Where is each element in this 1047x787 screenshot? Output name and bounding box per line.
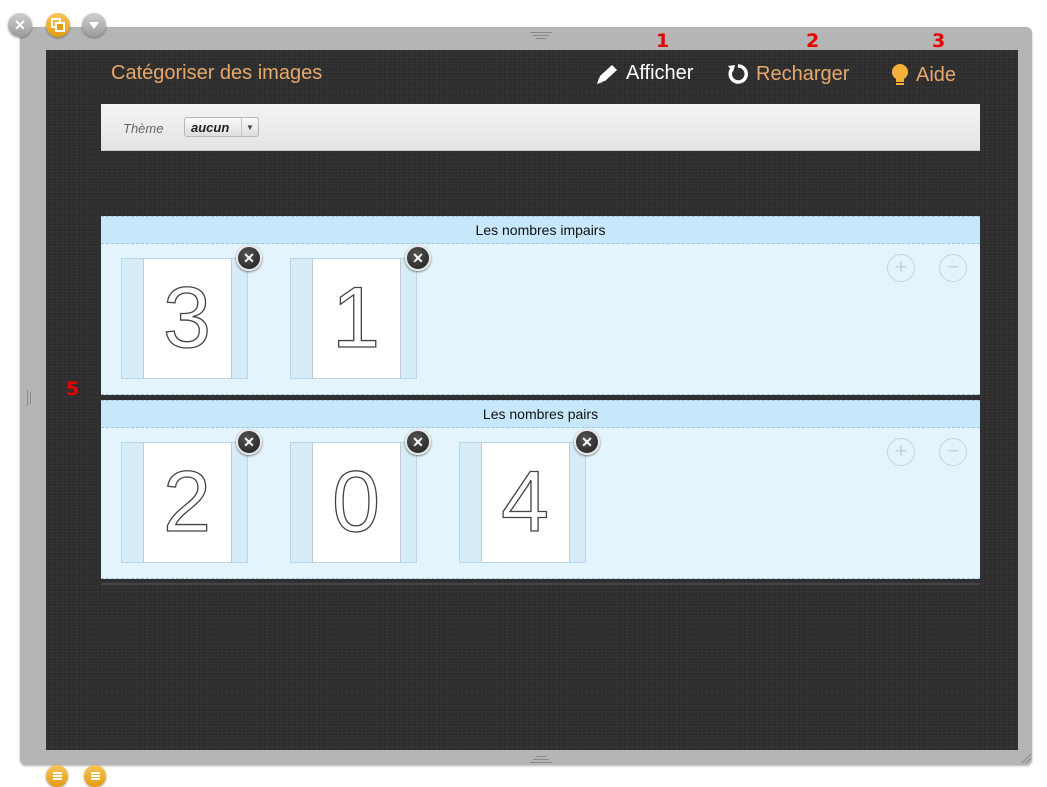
marker-3: 3: [932, 30, 946, 52]
image-digit: 3: [163, 270, 211, 366]
image-card[interactable]: 0 ✕: [290, 429, 431, 563]
delete-icon[interactable]: ✕: [405, 429, 431, 455]
chevron-down-icon: ▼: [241, 118, 258, 136]
reload-button[interactable]: Recharger: [726, 62, 849, 86]
minus-circle-icon[interactable]: −: [939, 438, 967, 466]
image-digit: 1: [332, 270, 380, 366]
image-digit: 4: [501, 454, 549, 550]
image-card[interactable]: 3 ✕: [121, 245, 262, 379]
lightbulb-icon: [892, 64, 908, 85]
resize-corner-icon[interactable]: [1020, 752, 1032, 764]
bottom-resize-handle[interactable]: [530, 754, 552, 764]
delete-icon[interactable]: ✕: [236, 429, 262, 455]
divider: [101, 583, 980, 585]
duplicate-icon[interactable]: [46, 13, 70, 37]
marker-5: 5: [66, 378, 80, 400]
category-title[interactable]: Les nombres impairs: [476, 222, 606, 238]
reload-label: Recharger: [756, 62, 850, 85]
category-odd[interactable]: Les nombres impairs 3 ✕ 1 ✕ + −: [101, 216, 980, 395]
show-button[interactable]: Afficher: [594, 62, 693, 85]
category-header: Les nombres impairs: [101, 216, 980, 244]
minimize-icon[interactable]: [82, 13, 106, 37]
category-even[interactable]: Les nombres pairs 2 ✕ 0 ✕ 4 ✕ + −: [101, 400, 980, 579]
theme-bar: Thème aucun ▼: [101, 104, 980, 151]
plus-circle-icon[interactable]: +: [887, 438, 915, 466]
image-thumbnail: 3: [143, 259, 232, 378]
left-resize-handle[interactable]: [27, 390, 33, 410]
image-thumbnail: 1: [312, 259, 401, 378]
image-card[interactable]: 2 ✕: [121, 429, 262, 563]
plus-circle-icon[interactable]: +: [887, 254, 915, 282]
theme-selected-value: aucun: [191, 119, 230, 135]
delete-icon[interactable]: ✕: [236, 245, 262, 271]
category-header: Les nombres pairs: [101, 400, 980, 428]
close-icon[interactable]: ✕: [8, 13, 32, 37]
delete-icon[interactable]: ✕: [405, 245, 431, 271]
image-card[interactable]: 4 ✕: [459, 429, 600, 563]
marker-2: 2: [806, 30, 820, 52]
image-digit: 2: [163, 454, 211, 550]
delete-icon[interactable]: ✕: [574, 429, 600, 455]
image-digit: 0: [332, 454, 380, 550]
help-button[interactable]: Aide: [890, 62, 956, 88]
image-thumbnail: 2: [143, 443, 232, 562]
show-label: Afficher: [626, 62, 694, 84]
image-thumbnail: 4: [481, 443, 570, 562]
reload-icon: [728, 64, 748, 84]
minus-circle-icon[interactable]: −: [939, 254, 967, 282]
top-resize-handle[interactable]: [530, 30, 552, 40]
image-card[interactable]: 1 ✕: [290, 245, 431, 379]
theme-select[interactable]: aucun ▼: [184, 117, 259, 137]
category-title[interactable]: Les nombres pairs: [483, 406, 598, 422]
image-thumbnail: 0: [312, 443, 401, 562]
help-label: Aide: [916, 63, 957, 86]
app-title: Catégoriser des images: [111, 62, 323, 84]
theme-label: Thème: [123, 121, 164, 136]
marker-1: 1: [656, 30, 670, 52]
pencil-icon: [597, 64, 617, 84]
